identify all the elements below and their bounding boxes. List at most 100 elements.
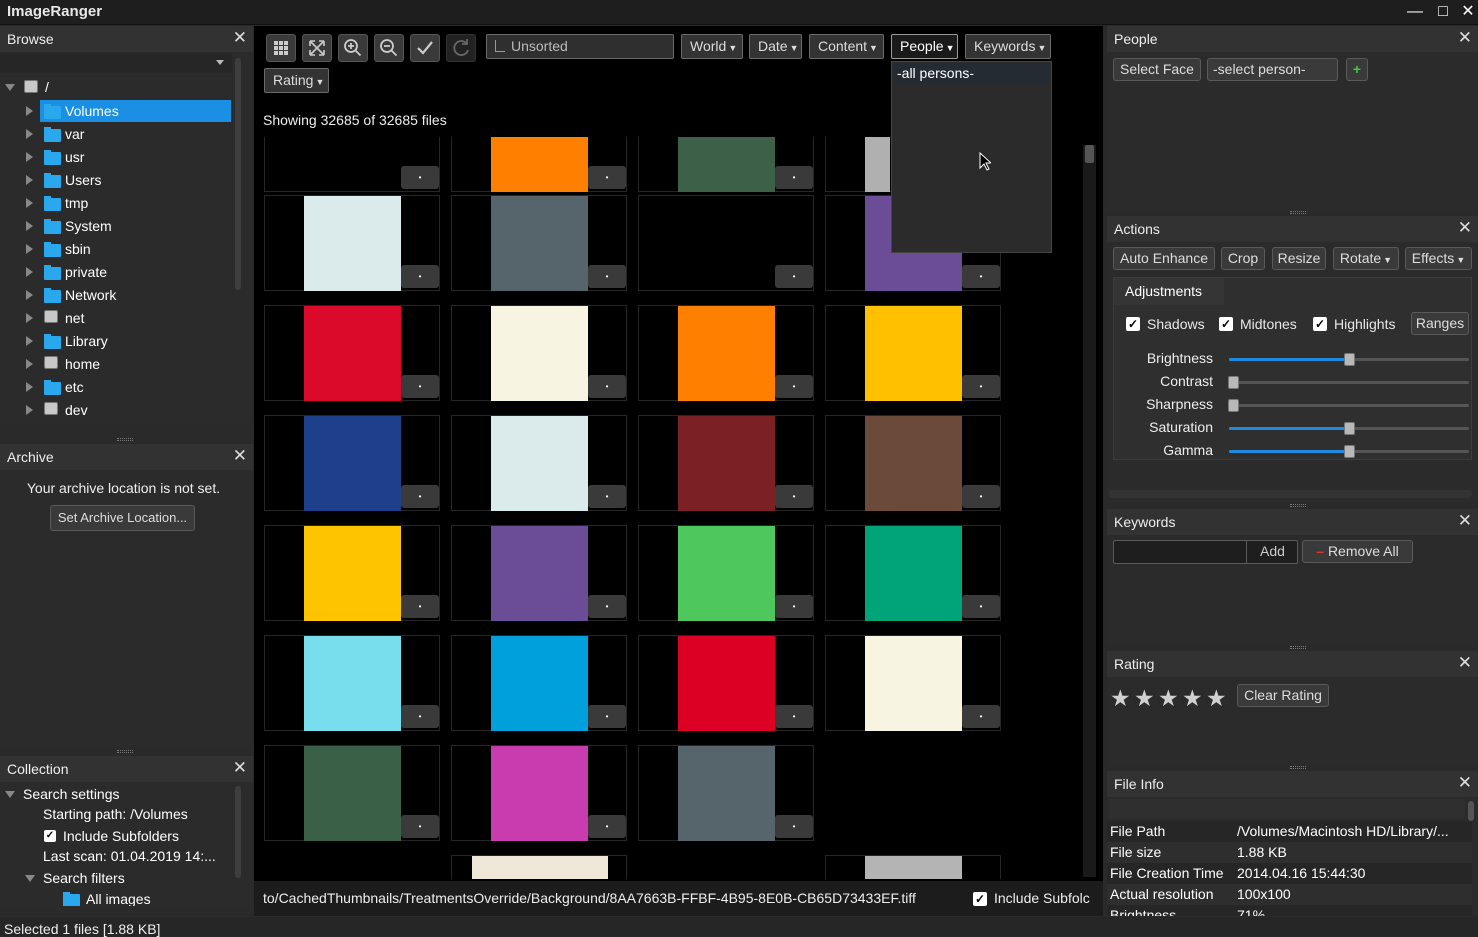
gamma-slider[interactable] <box>1229 445 1469 458</box>
actions-scrollbar[interactable] <box>1109 490 1472 498</box>
tree-item-system[interactable]: System <box>0 216 232 237</box>
sharpness-slider[interactable] <box>1228 399 1469 412</box>
close-icon[interactable]: ✕ <box>1458 653 1472 673</box>
close-icon[interactable]: ✕ <box>233 28 247 48</box>
thumbnail-menu-button[interactable]: • <box>962 265 1000 288</box>
expand-icon[interactable] <box>26 290 33 300</box>
thumbnail-cell[interactable]: • <box>825 635 1001 731</box>
collection-scrollbar[interactable] <box>235 786 241 878</box>
zoom-out-button[interactable] <box>374 34 404 62</box>
select-all-button[interactable] <box>410 34 440 62</box>
tree-item-sbin[interactable]: sbin <box>0 239 232 260</box>
thumbnail-cell[interactable]: • <box>638 137 814 192</box>
tree-item-users[interactable]: Users <box>0 170 232 191</box>
expand-icon[interactable] <box>26 129 33 139</box>
thumbnail-image[interactable] <box>678 526 775 621</box>
thumbnail-image[interactable] <box>491 306 588 401</box>
thumbnail-image[interactable] <box>304 526 401 621</box>
thumbnail-menu-button[interactable]: • <box>588 485 626 508</box>
thumbnail-image[interactable] <box>304 636 401 731</box>
maximize-icon[interactable]: □ <box>1432 2 1454 22</box>
close-icon[interactable]: ✕ <box>1458 773 1472 793</box>
expand-icon[interactable] <box>26 336 33 346</box>
thumbnail-image[interactable] <box>678 416 775 511</box>
grid-scrollbar[interactable] <box>1083 145 1096 877</box>
close-icon[interactable]: ✕ <box>233 446 247 466</box>
browse-path-select[interactable] <box>0 53 232 73</box>
thumbnail-image[interactable] <box>491 416 588 511</box>
keyword-input[interactable]: Add <box>1113 540 1298 564</box>
tree-item-tmp[interactable]: tmp <box>0 193 232 214</box>
saturation-slider[interactable] <box>1229 422 1469 435</box>
world-filter-button[interactable]: World ▼ <box>681 34 743 59</box>
thumbnail-menu-button[interactable]: • <box>962 595 1000 618</box>
star-icon[interactable]: ★ <box>1134 685 1155 712</box>
expand-icon[interactable] <box>26 152 33 162</box>
resize-handle[interactable] <box>1290 646 1306 649</box>
thumbnail-menu-button[interactable]: • <box>401 166 439 189</box>
auto-enhance-button[interactable]: Auto Enhance <box>1113 247 1215 270</box>
thumbnail-image[interactable] <box>865 526 962 621</box>
include-subfolders-row[interactable]: ✓ Include Subfolders <box>0 827 232 848</box>
thumbnail-cell[interactable]: • <box>638 635 814 731</box>
crop-button[interactable]: Crop <box>1221 247 1265 270</box>
resize-handle[interactable] <box>1290 211 1306 214</box>
content-filter-button[interactable]: Content ▼ <box>809 34 884 59</box>
file-info-scrollbar[interactable] <box>1468 801 1474 821</box>
include-subfolders-checkbox[interactable]: ✓ <box>44 830 56 842</box>
thumbnail-cell[interactable]: • <box>264 415 440 511</box>
remove-all-button[interactable]: – Remove All <box>1302 540 1413 563</box>
thumbnail-image[interactable] <box>678 746 775 841</box>
thumbnail-menu-button[interactable]: • <box>775 815 813 838</box>
thumbnail-cell[interactable]: • <box>825 525 1001 621</box>
star-icon[interactable]: ★ <box>1158 685 1179 712</box>
tree-item-usr[interactable]: usr <box>0 147 232 168</box>
keywords-filter-button[interactable]: Keywords ▼ <box>965 34 1051 59</box>
expand-icon[interactable] <box>26 267 33 277</box>
thumbnail-image[interactable] <box>865 306 962 401</box>
thumbnail-cell[interactable]: • <box>264 635 440 731</box>
thumbnail-menu-button[interactable]: • <box>775 166 813 189</box>
thumbnail-image[interactable] <box>472 856 608 879</box>
thumbnail-image[interactable] <box>865 137 890 192</box>
contrast-slider[interactable] <box>1228 376 1469 389</box>
ranges-button[interactable]: Ranges <box>1411 312 1469 335</box>
thumbnail-cell[interactable]: • <box>451 195 627 291</box>
grid-view-button[interactable] <box>266 34 296 62</box>
thumbnail-menu-button[interactable]: • <box>588 705 626 728</box>
tree-item-library[interactable]: Library <box>0 331 232 352</box>
close-icon[interactable]: ✕ <box>1458 28 1472 48</box>
thumbnail-menu-button[interactable]: • <box>588 166 626 189</box>
tree-item-home[interactable]: home <box>0 354 232 375</box>
resize-handle[interactable] <box>1290 766 1306 769</box>
thumbnail-cell[interactable]: • <box>264 137 440 192</box>
expand-icon[interactable] <box>5 791 15 798</box>
highlights-checkbox[interactable]: ✓ <box>1313 317 1327 331</box>
people-filter-button[interactable]: People ▼ <box>891 34 958 59</box>
thumbnail-cell[interactable] <box>451 855 627 879</box>
thumbnail-menu-button[interactable]: • <box>775 705 813 728</box>
midtones-checkbox[interactable]: ✓ <box>1219 317 1233 331</box>
tree-item-var[interactable]: var <box>0 124 232 145</box>
browse-scrollbar[interactable] <box>235 58 241 290</box>
expand-icon[interactable] <box>26 382 33 392</box>
expand-icon[interactable] <box>26 313 33 323</box>
shadows-checkbox[interactable]: ✓ <box>1126 317 1140 331</box>
expand-icon[interactable] <box>26 405 33 415</box>
close-icon[interactable]: ✕ <box>233 758 247 778</box>
resize-handle[interactable] <box>1290 504 1306 507</box>
expand-icon[interactable] <box>5 84 15 91</box>
expand-icon[interactable] <box>26 106 33 116</box>
thumbnail-cell[interactable]: • <box>451 415 627 511</box>
thumbnail-menu-button[interactable]: • <box>401 595 439 618</box>
expand-icon[interactable] <box>26 175 33 185</box>
scrollbar-thumb[interactable] <box>1085 145 1094 163</box>
tree-root[interactable]: / <box>0 78 232 99</box>
thumbnail-menu-button[interactable]: • <box>962 375 1000 398</box>
slider-knob[interactable] <box>1228 399 1239 412</box>
thumbnail-menu-button[interactable]: • <box>401 265 439 288</box>
all-persons-option[interactable]: -all persons- <box>893 63 1050 83</box>
thumbnail-menu-button[interactable]: • <box>401 485 439 508</box>
thumbnail-cell[interactable]: • <box>825 415 1001 511</box>
expand-icon[interactable] <box>26 221 33 231</box>
